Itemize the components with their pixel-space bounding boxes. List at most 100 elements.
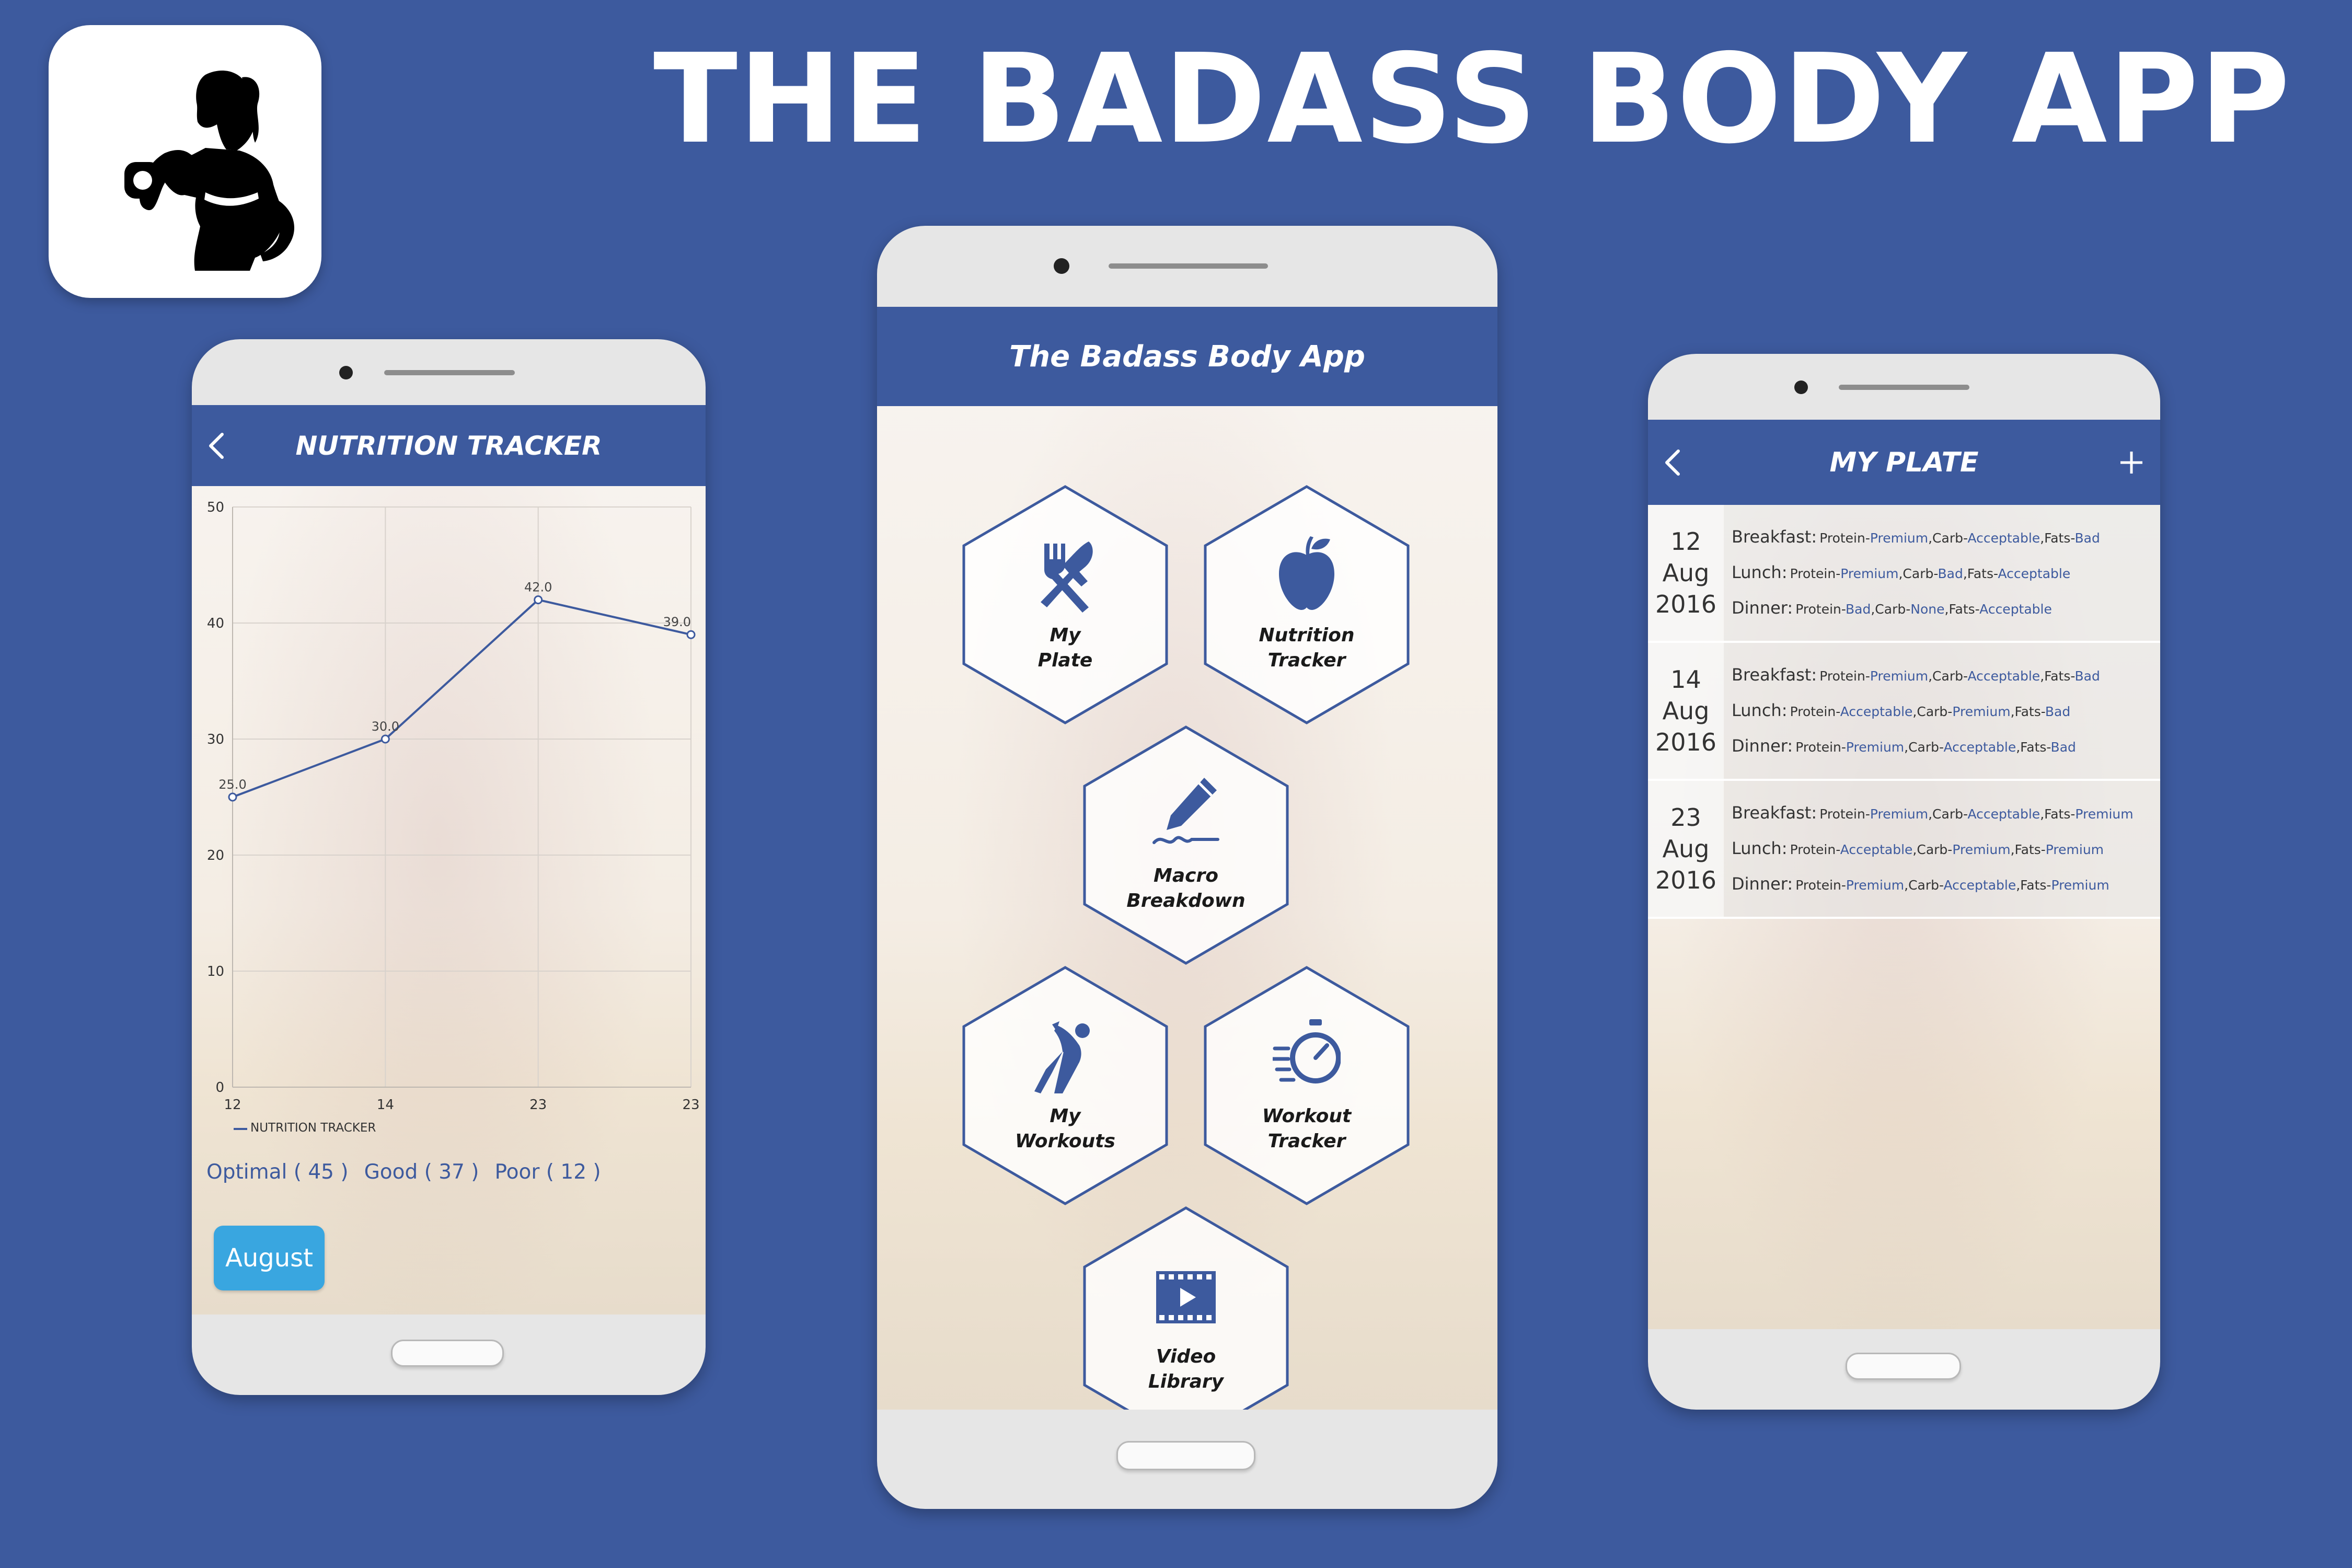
plate-entry[interactable]: 14 Aug 2016 Breakfast: Protein-Premium,Carb… (1648, 643, 2160, 781)
meal-nutrient: ,Fats- (2016, 740, 2051, 755)
summary-good: Good ( 37 ) (364, 1160, 479, 1184)
tile-nutrition-tracker[interactable]: Nutrition Tracker (1202, 485, 1411, 725)
meal-rating: Acceptable (1979, 602, 2052, 617)
meal-line: Lunch: Protein-Acceptable,Carb-Premium,F… (1732, 838, 2104, 858)
nutrition-tracker-screen: NUTRITION TRACKER 0 10 20 30 40 50 12 14 23 23 25.… (192, 405, 706, 1315)
phone-camera (339, 366, 353, 379)
stretching-person-icon (1034, 1021, 1090, 1093)
data-point (228, 792, 237, 802)
meal-rating: Bad (1938, 566, 1963, 581)
meal-nutrient: ,Fats- (2016, 878, 2051, 893)
meal-rating: Premium (1952, 842, 2011, 857)
tile-label: My Workouts (1015, 1105, 1115, 1152)
plate-entry[interactable]: 12 Aug 2016 Breakfast: Protein-Premium,Carb… (1648, 505, 2160, 643)
meal-rating: Bad (1846, 602, 1871, 617)
phone-my-plate: MY PLATE 12 Aug 2016 Breakfast: Protein-Pre… (1648, 354, 2160, 1410)
meal-rating: Acceptable (1840, 842, 1913, 857)
meal-rating: Premium (1846, 740, 1905, 755)
tile-video-library[interactable]: Video Library (1081, 1206, 1290, 1410)
tile-macro-breakdown[interactable]: Macro Breakdown (1081, 725, 1290, 965)
tile-label: Video Library (1148, 1346, 1224, 1392)
meal-rating: Bad (2074, 668, 2100, 684)
phone-speaker (384, 370, 515, 375)
date-year: 2016 (1655, 728, 1717, 756)
meal-rating: Acceptable (1967, 668, 2040, 684)
meal-nutrient: ,Carb- (1928, 531, 1968, 546)
meal-nutrient: ,Fats- (2010, 704, 2045, 719)
chevron-left-icon[interactable] (1663, 420, 1684, 505)
meal-nutrient: ,Carb- (1904, 740, 1944, 755)
meal-nutrient: ,Carb- (1898, 566, 1938, 581)
phone-nutrition-tracker: NUTRITION TRACKER 0 10 20 30 40 50 12 14 23 23 25.… (192, 339, 706, 1395)
meal-line: Breakfast: Protein-Premium,Carb-Acceptab… (1732, 803, 2134, 823)
page-title: THE BADASS BODY APP (653, 27, 2291, 171)
meal-rating: Premium (1870, 806, 1929, 822)
phone-camera (1794, 381, 1808, 394)
meal-nutrient: ,Carb- (1904, 878, 1944, 893)
meal-rating: Premium (1846, 878, 1905, 893)
series-line (232, 598, 691, 798)
date-year: 2016 (1655, 866, 1717, 894)
nutrition-tracker-title: NUTRITION TRACKER (295, 430, 602, 461)
meal-nutrient: ,Carb- (1912, 704, 1953, 719)
home-appbar: The Badass Body App (877, 307, 1497, 406)
home-title: The Badass Body App (1009, 339, 1365, 374)
stopwatch-icon (1273, 1019, 1341, 1083)
tile-my-workouts[interactable]: My Workouts (961, 965, 1170, 1206)
meal-rating: Acceptable (1943, 740, 2016, 755)
my-plate-title: MY PLATE (1829, 446, 1979, 478)
meal-nutrient: ,Fats- (1963, 566, 1998, 581)
x-tick-label: 23 (682, 1097, 699, 1113)
nutrition-tracker-appbar: NUTRITION TRACKER (192, 405, 706, 486)
date-year: 2016 (1655, 590, 1717, 618)
x-tick-label: 23 (529, 1097, 547, 1113)
meal-rating: Premium (1952, 704, 2011, 719)
tile-label: Macro Breakdown (1126, 865, 1246, 912)
nutrition-summary: Optimal ( 45 ) Good ( 37 ) Poor ( 12 ) (206, 1160, 601, 1184)
plus-icon[interactable] (2117, 420, 2146, 505)
phone-home-button (391, 1340, 504, 1367)
meal-rating: Acceptable (1840, 704, 1913, 719)
meal-nutrient: ,Fats- (1944, 602, 1980, 617)
meal-rating: Acceptable (1967, 531, 2040, 546)
tile-workout-tracker[interactable]: Workout Tracker (1202, 965, 1411, 1206)
meal-rating: None (1910, 602, 1945, 617)
meal-rating: Acceptable (1943, 878, 2016, 893)
tile-my-plate[interactable]: My Plate (961, 485, 1170, 725)
y-tick-label: 0 (215, 1080, 224, 1096)
meal-nutrient: Protein- (1819, 806, 1870, 822)
meal-label: Dinner: (1732, 874, 1793, 894)
x-tick-label: 12 (224, 1097, 241, 1113)
chevron-left-icon[interactable] (206, 405, 227, 486)
phone-home: The Badass Body App My Plate Nutrition T… (877, 226, 1497, 1509)
my-plate-screen: MY PLATE 12 Aug 2016 Breakfast: Protein-Pre… (1648, 420, 2160, 1329)
summary-poor: Poor ( 12 ) (494, 1160, 601, 1184)
data-label: 25.0 (218, 777, 246, 792)
meal-line: Dinner: Protein-Bad,Carb-None,Fats-Accep… (1732, 598, 2052, 618)
meal-nutrient: ,Carb- (1871, 602, 1911, 617)
meal-line: Lunch: Protein-Premium,Carb-Bad,Fats-Acc… (1732, 562, 2070, 582)
tile-label: Nutrition Tracker (1259, 625, 1355, 671)
phone-speaker (1839, 385, 1969, 390)
y-tick-label: 10 (207, 964, 224, 979)
meal-nutrient: Protein- (1790, 704, 1840, 719)
meal-line: Breakfast: Protein-Premium,Carb-Acceptab… (1732, 527, 2100, 547)
woman-dumbbell-silhouette-icon (124, 71, 294, 271)
data-label: 30.0 (372, 719, 399, 734)
apple-icon (1279, 536, 1334, 610)
meal-line: Dinner: Protein-Premium,Carb-Acceptable,… (1732, 736, 2076, 756)
app-logo (49, 25, 321, 298)
meal-rating: Bad (2074, 531, 2100, 546)
meal-line: Breakfast: Protein-Premium,Carb-Acceptab… (1732, 665, 2100, 685)
meal-nutrient: Protein- (1790, 566, 1841, 581)
meal-label: Lunch: (1732, 838, 1788, 858)
plate-entry[interactable]: 23 Aug 2016 Breakfast: Protein-Premium,Carb… (1648, 781, 2160, 919)
meal-label: Lunch: (1732, 700, 1788, 720)
plate-date: 12 Aug 2016 (1648, 505, 1724, 641)
meal-line: Dinner: Protein-Premium,Carb-Acceptable,… (1732, 874, 2109, 894)
meal-label: Dinner: (1732, 598, 1793, 618)
meal-rating: Premium (1870, 668, 1929, 684)
meal-nutrient: ,Carb- (1928, 806, 1968, 822)
month-button[interactable]: August (214, 1226, 325, 1290)
meal-label: Breakfast: (1732, 527, 1817, 547)
